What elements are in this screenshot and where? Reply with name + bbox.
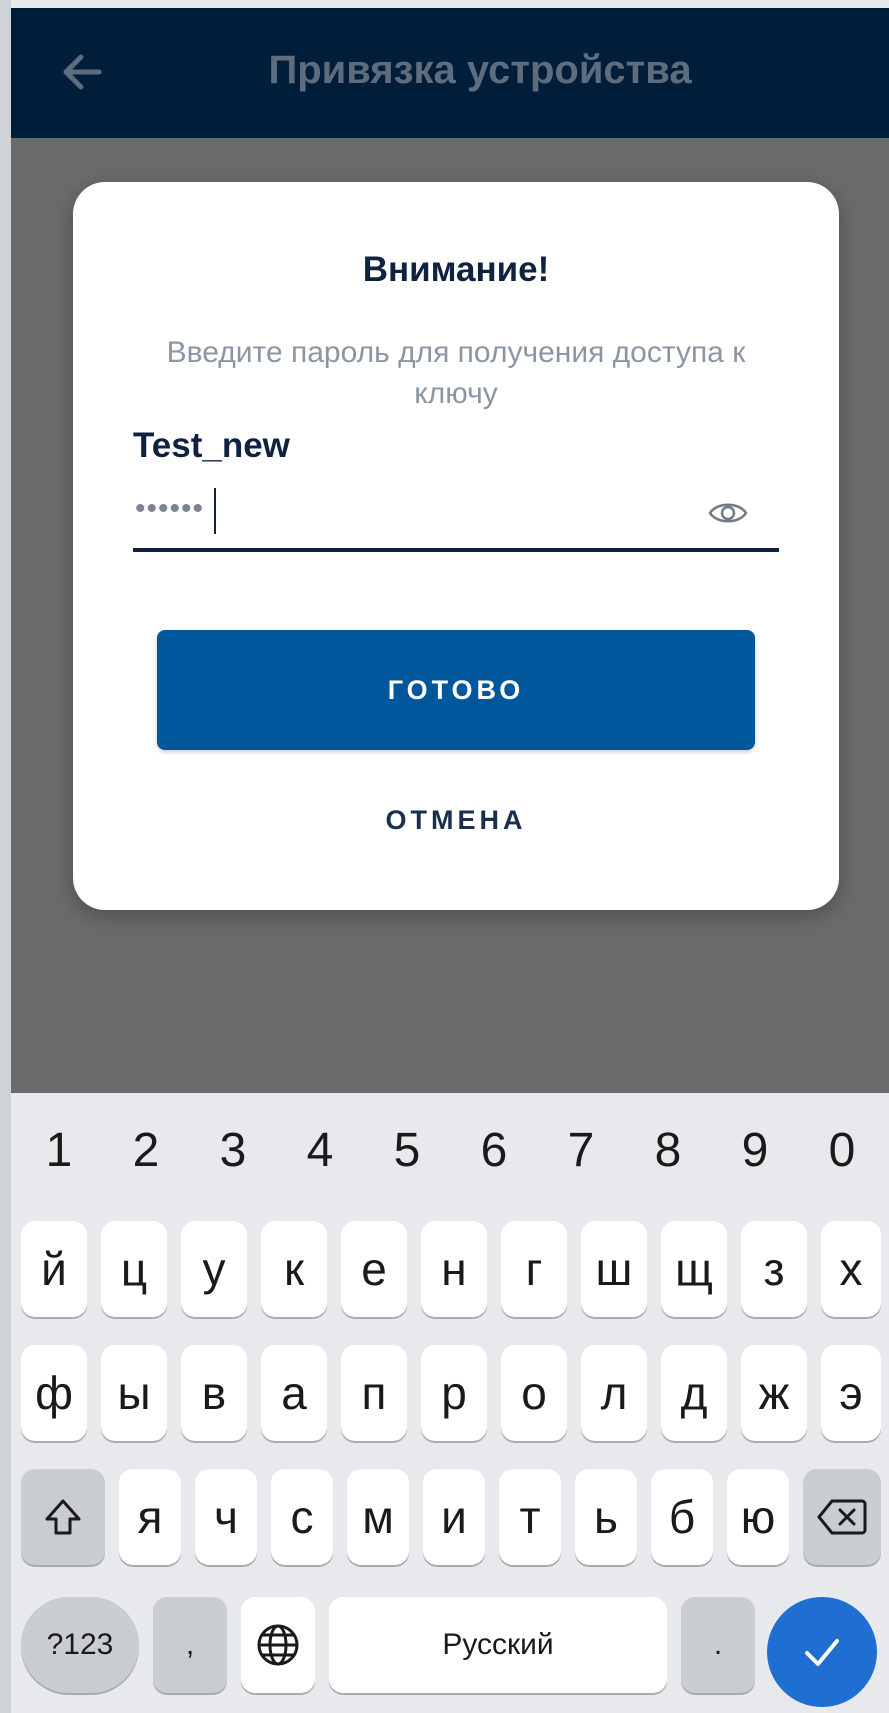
key-ы[interactable]: ы — [101, 1345, 167, 1441]
key-ф[interactable]: ф — [21, 1345, 87, 1441]
key-л[interactable]: л — [581, 1345, 647, 1441]
key-б[interactable]: б — [651, 1469, 713, 1565]
key-р[interactable]: р — [421, 1345, 487, 1441]
key-7[interactable]: 7 — [551, 1123, 611, 1178]
key-с[interactable]: с — [271, 1469, 333, 1565]
key-э[interactable]: э — [821, 1345, 881, 1441]
space-key[interactable]: Русский — [329, 1597, 667, 1693]
key-3[interactable]: 3 — [203, 1123, 263, 1178]
key-0[interactable]: 0 — [812, 1123, 872, 1178]
cancel-button[interactable]: ОТМЕНА — [157, 790, 755, 850]
app-bar: Привязка устройства — [11, 8, 889, 138]
app-screen: Привязка устройства Внимание! Введите па… — [11, 8, 889, 1093]
page-title: Привязка устройства — [268, 48, 692, 92]
key-н[interactable]: н — [421, 1221, 487, 1317]
key-з[interactable]: з — [741, 1221, 807, 1317]
enter-key[interactable] — [767, 1597, 877, 1707]
shift-key[interactable] — [21, 1469, 105, 1565]
key-ю[interactable]: ю — [727, 1469, 789, 1565]
key-5[interactable]: 5 — [377, 1123, 437, 1178]
key-г[interactable]: г — [501, 1221, 567, 1317]
period-key[interactable]: . — [681, 1597, 755, 1693]
key-6[interactable]: 6 — [464, 1123, 524, 1178]
key-9[interactable]: 9 — [725, 1123, 785, 1178]
key-т[interactable]: т — [499, 1469, 561, 1565]
key-у[interactable]: у — [181, 1221, 247, 1317]
key-ж[interactable]: ж — [741, 1345, 807, 1441]
password-field[interactable]: •••••• — [133, 482, 779, 552]
key-и[interactable]: и — [423, 1469, 485, 1565]
check-icon — [805, 1639, 839, 1666]
key-щ[interactable]: щ — [661, 1221, 727, 1317]
key-ь[interactable]: ь — [575, 1469, 637, 1565]
key-в[interactable]: в — [181, 1345, 247, 1441]
text-caret — [214, 488, 216, 534]
number-row: 1 2 3 4 5 6 7 8 9 0 — [11, 1093, 889, 1213]
key-ц[interactable]: ц — [101, 1221, 167, 1317]
key-а[interactable]: а — [261, 1345, 327, 1441]
dialog-message: Введите пароль для получения доступа к к… — [166, 336, 746, 410]
soft-keyboard: 1 2 3 4 5 6 7 8 9 0 й ц у к е н г ш щ з … — [11, 1093, 889, 1713]
symbols-key[interactable]: ?123 — [21, 1597, 139, 1693]
key-п[interactable]: п — [341, 1345, 407, 1441]
key-2[interactable]: 2 — [116, 1123, 176, 1178]
key-д[interactable]: д — [661, 1345, 727, 1441]
backspace-icon — [817, 1499, 867, 1535]
key-я[interactable]: я — [119, 1469, 181, 1565]
dialog-title: Внимание! — [362, 250, 550, 289]
shift-icon — [45, 1499, 81, 1535]
arrow-left-icon[interactable] — [55, 44, 111, 100]
key-о[interactable]: о — [501, 1345, 567, 1441]
key-8[interactable]: 8 — [638, 1123, 698, 1178]
key-м[interactable]: м — [347, 1469, 409, 1565]
language-key[interactable] — [241, 1597, 315, 1693]
password-value[interactable]: •••••• — [135, 492, 204, 526]
key-ч[interactable]: ч — [195, 1469, 257, 1565]
globe-icon — [257, 1624, 299, 1666]
key-4[interactable]: 4 — [290, 1123, 350, 1178]
window-edge — [0, 0, 11, 1713]
key-1[interactable]: 1 — [29, 1123, 89, 1178]
comma-key[interactable]: , — [153, 1597, 227, 1693]
password-dialog: Внимание! Введите пароль для получения д… — [73, 182, 839, 910]
backspace-key[interactable] — [803, 1469, 881, 1565]
eye-icon[interactable] — [707, 492, 749, 534]
key-к[interactable]: к — [261, 1221, 327, 1317]
key-х[interactable]: х — [821, 1221, 881, 1317]
key-е[interactable]: е — [341, 1221, 407, 1317]
key-й[interactable]: й — [21, 1221, 87, 1317]
done-button[interactable]: ГОТОВО — [157, 630, 755, 750]
key-name-label: Test_new — [133, 426, 290, 465]
key-ш[interactable]: ш — [581, 1221, 647, 1317]
